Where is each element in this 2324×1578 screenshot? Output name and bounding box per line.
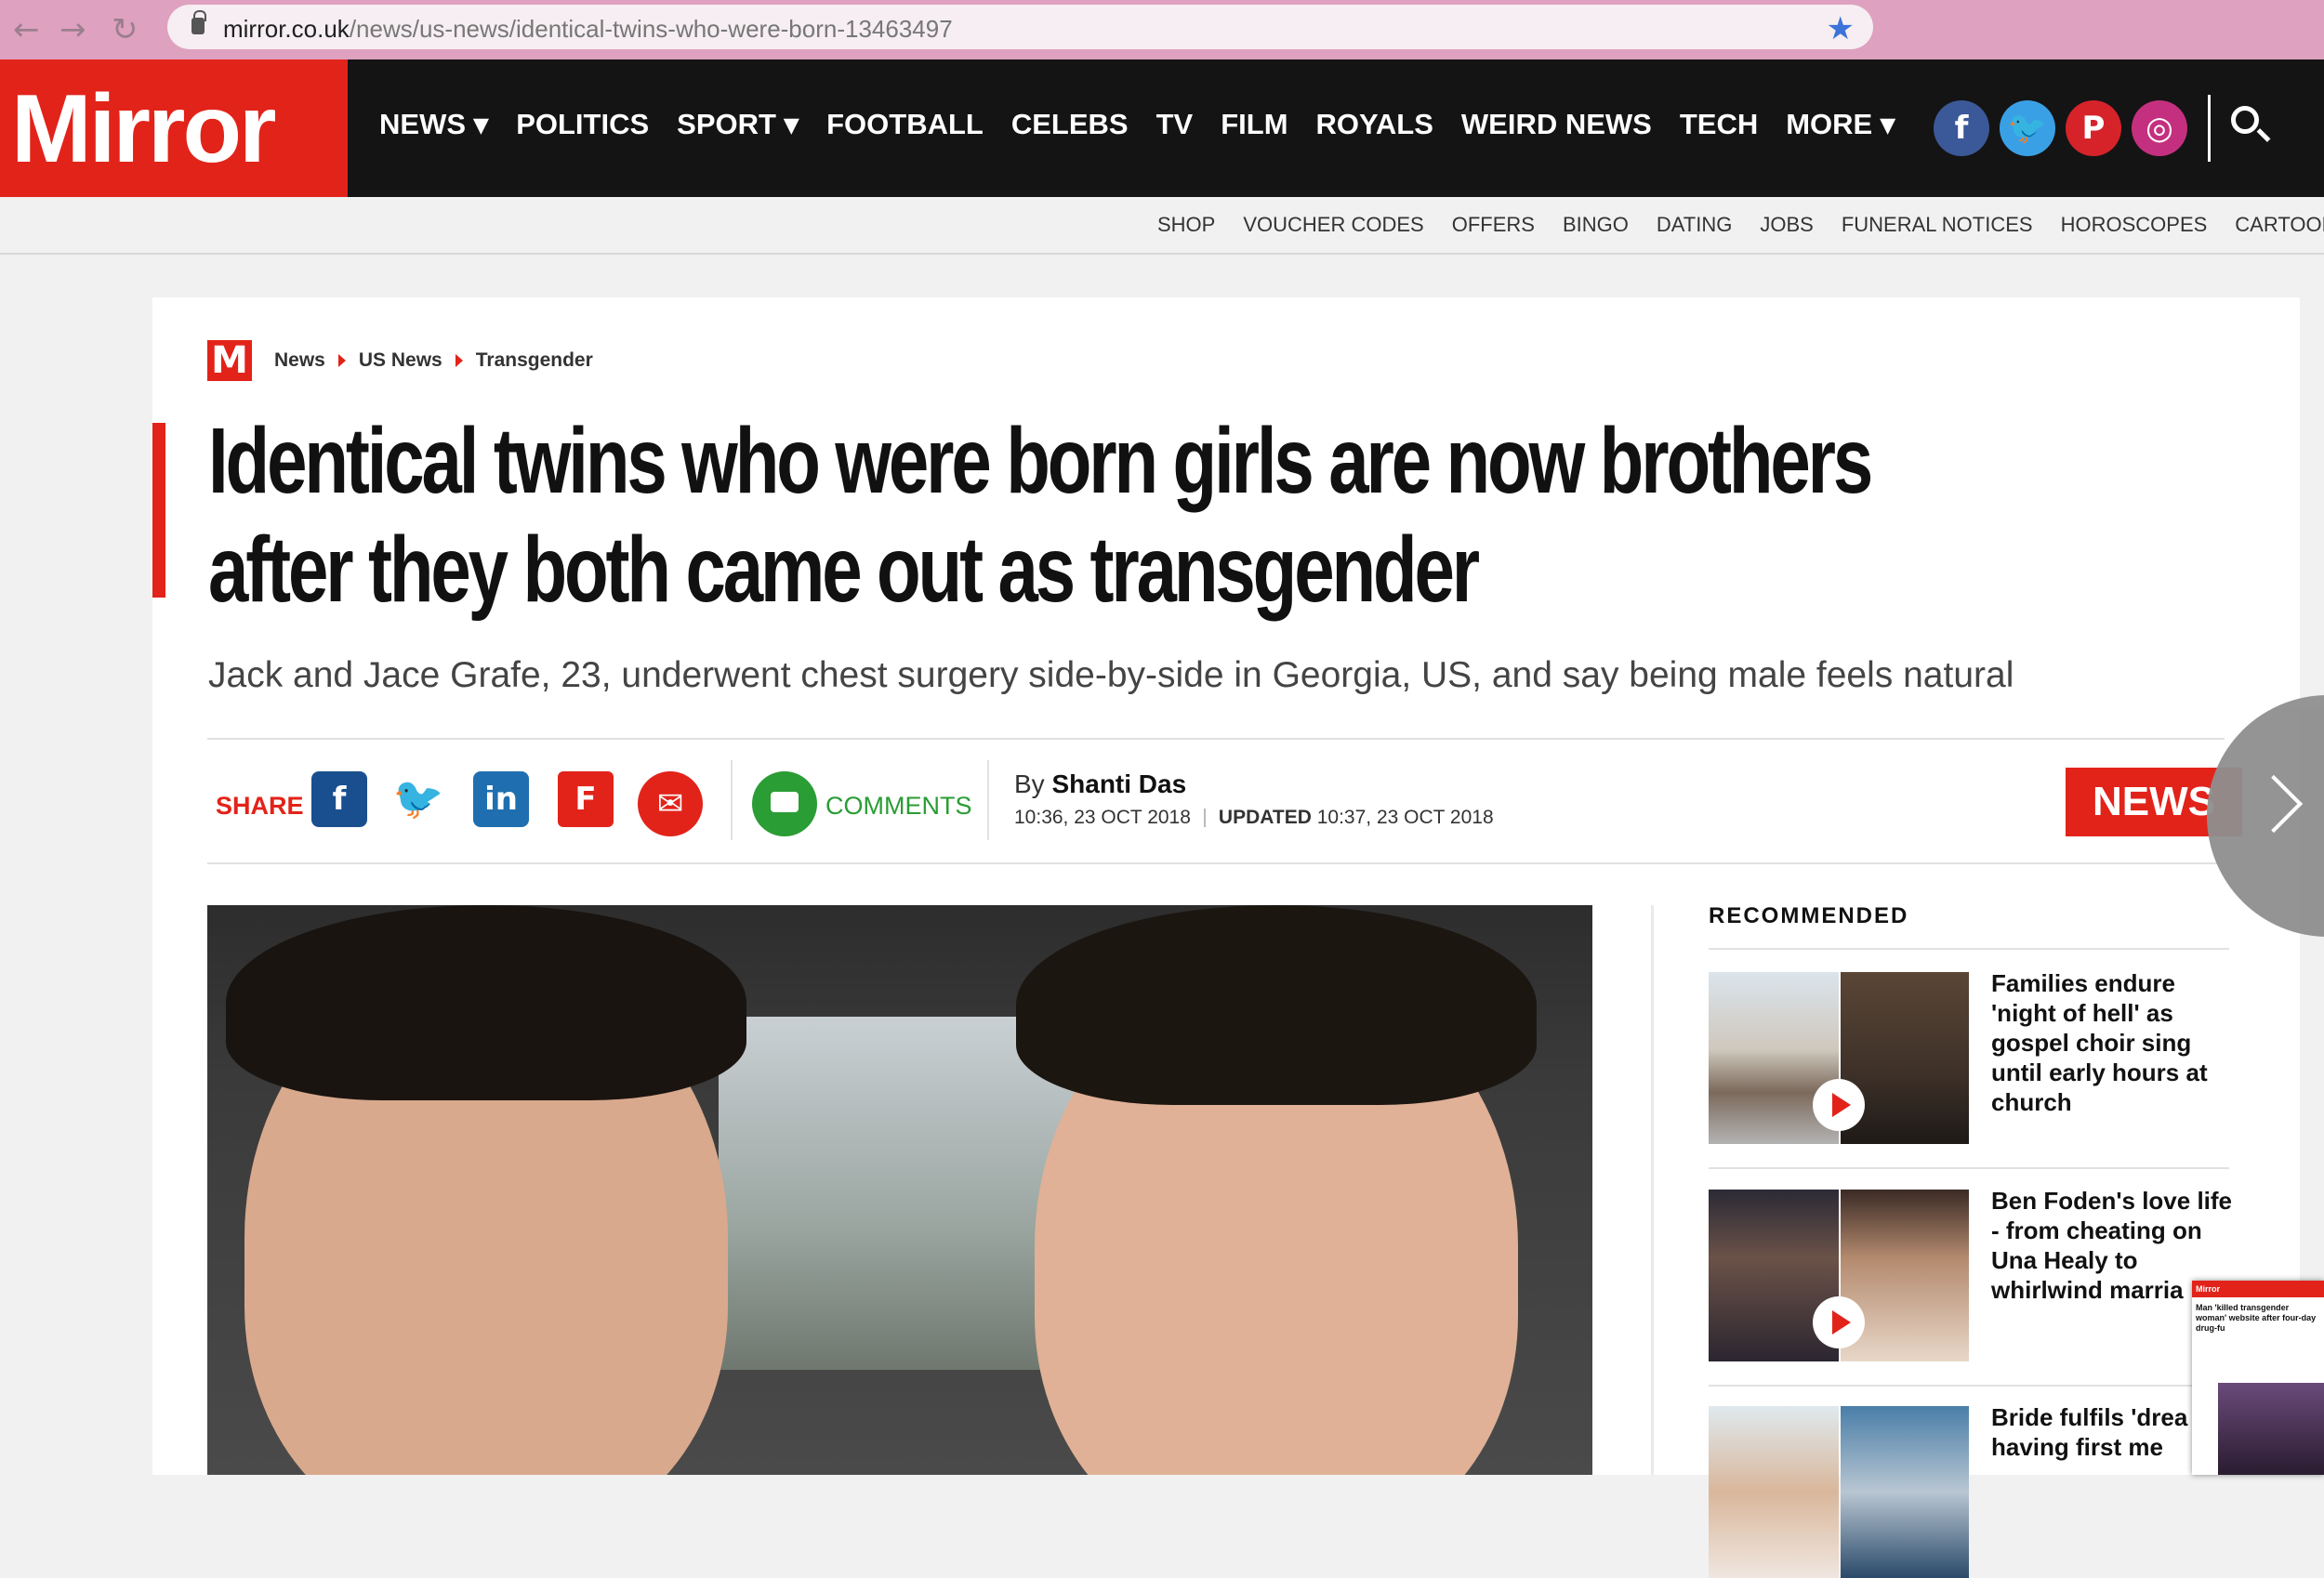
nav-item[interactable]: FOOTBALL bbox=[826, 108, 984, 141]
breadcrumb-arrow-icon bbox=[455, 354, 463, 367]
headline-accent-bar bbox=[152, 423, 165, 598]
reload-icon[interactable]: ↻ bbox=[112, 11, 139, 48]
comments-link[interactable]: COMMENTS bbox=[825, 792, 972, 821]
subnav-item[interactable]: FUNERAL NOTICES bbox=[1842, 213, 2033, 237]
divider bbox=[987, 760, 989, 840]
author-name[interactable]: Shanti Das bbox=[1051, 769, 1186, 798]
browser-toolbar: ← → ↻ mirror.co.uk/news/us-news/identica… bbox=[0, 0, 2324, 59]
divider bbox=[1709, 1385, 2229, 1387]
recommended-thumbnail[interactable] bbox=[1709, 1406, 1969, 1578]
mirror-m-badge[interactable]: M bbox=[207, 340, 252, 381]
subnav-item[interactable]: OFFERS bbox=[1452, 213, 1535, 237]
subnav-item[interactable]: DATING bbox=[1657, 213, 1732, 237]
article-standfirst: Jack and Jace Grafe, 23, underwent chest… bbox=[208, 655, 2014, 695]
recommended-item[interactable]: Families endure 'night of hell' as gospe… bbox=[1709, 969, 2229, 1144]
sidebar-divider bbox=[1651, 905, 1654, 1475]
search-icon[interactable] bbox=[2231, 106, 2259, 134]
breadcrumb: M News US News Transgender bbox=[207, 340, 593, 381]
recommended-headline[interactable]: Families endure 'night of hell' as gospe… bbox=[1991, 968, 2242, 1117]
divider bbox=[1709, 1167, 2229, 1169]
divider bbox=[731, 760, 733, 840]
preview-brand: Mirror bbox=[2192, 1281, 2324, 1297]
play-icon[interactable] bbox=[1813, 1079, 1865, 1131]
breadcrumb-us-news[interactable]: US News bbox=[359, 349, 442, 372]
article-dates: 10:36, 23 OCT 2018 UPDATED 10:37, 23 OCT … bbox=[1014, 807, 1494, 829]
star-icon[interactable]: ★ bbox=[1827, 10, 1855, 47]
published-time: 10:36, 23 OCT 2018 bbox=[1014, 807, 1191, 828]
header-divider bbox=[2208, 95, 2211, 162]
divider bbox=[207, 738, 2225, 740]
pinterest-icon[interactable]: P bbox=[2066, 100, 2121, 156]
preview-image bbox=[2218, 1383, 2324, 1475]
nav-item[interactable]: NEWS ▾ bbox=[379, 108, 488, 141]
share-label: SHARE bbox=[216, 792, 304, 820]
nav-item[interactable]: TV bbox=[1156, 108, 1194, 141]
twitter-icon[interactable]: 🐦 bbox=[2000, 100, 2055, 156]
byline: By Shanti Das bbox=[1014, 769, 1187, 798]
share-facebook-icon[interactable]: f bbox=[311, 771, 367, 827]
main-nav: NEWS ▾ POLITICS SPORT ▾ FOOTBALL CELEBS TV FIL… bbox=[379, 108, 1922, 141]
mirror-logo[interactable]: Mirror bbox=[0, 59, 348, 197]
nav-item[interactable]: ROYALS bbox=[1316, 108, 1433, 141]
nav-item[interactable]: WEIRD NEWS bbox=[1461, 108, 1652, 141]
instagram-icon[interactable]: ◎ bbox=[2132, 100, 2187, 156]
divider bbox=[1709, 948, 2229, 950]
breadcrumb-news[interactable]: News bbox=[274, 349, 325, 372]
arrow-right-icon[interactable]: → bbox=[59, 11, 86, 48]
nav-item[interactable]: POLITICS bbox=[516, 108, 649, 141]
share-flipboard-icon[interactable]: F bbox=[558, 771, 614, 827]
nav-item[interactable]: FILM bbox=[1221, 108, 1287, 141]
recommended-title: RECOMMENDED bbox=[1709, 903, 1909, 928]
hero-image bbox=[207, 905, 1592, 1475]
share-email-icon[interactable]: ✉ bbox=[638, 771, 703, 836]
site-header: Mirror NEWS ▾ POLITICS SPORT ▾ FOOTBALL CELE… bbox=[0, 59, 2324, 197]
article-card: M News US News Transgender Identical twi… bbox=[152, 297, 2300, 1578]
play-icon[interactable] bbox=[1813, 1296, 1865, 1348]
updated-label: UPDATED bbox=[1218, 807, 1312, 828]
recommended-thumbnail[interactable] bbox=[1709, 1190, 1969, 1361]
facebook-icon[interactable]: f bbox=[1934, 100, 1989, 156]
arrow-left-icon[interactable]: ← bbox=[13, 11, 40, 48]
subnav-item[interactable]: HOROSCOPES bbox=[2061, 213, 2208, 237]
nav-item[interactable]: SPORT ▾ bbox=[677, 108, 799, 141]
url-text[interactable]: mirror.co.uk/news/us-news/identical-twin… bbox=[223, 15, 953, 44]
subnav-item[interactable]: BINGO bbox=[1563, 213, 1629, 237]
secondary-nav: SHOP VOUCHER CODES OFFERS BINGO DATING JOBS FU… bbox=[0, 197, 2324, 255]
nav-item[interactable]: TECH bbox=[1680, 108, 1758, 141]
chevron-right-icon bbox=[2244, 774, 2304, 834]
recommended-item[interactable]: Bride fulfils 'drea of having first me bbox=[1709, 1403, 2229, 1578]
article-headline: Identical twins who were born girls are … bbox=[208, 409, 1873, 622]
floating-preview[interactable]: Mirror Man 'killed transgender woman' we… bbox=[2192, 1281, 2324, 1475]
subnav-item[interactable]: SHOP bbox=[1157, 213, 1215, 237]
social-links: f 🐦 P ◎ bbox=[1934, 100, 2187, 156]
nav-item[interactable]: CELEBS bbox=[1011, 108, 1129, 141]
lock-icon bbox=[191, 10, 206, 34]
subnav-item[interactable]: JOBS bbox=[1760, 213, 1813, 237]
recommended-thumbnail[interactable] bbox=[1709, 972, 1969, 1144]
subnav-item[interactable]: CARTOONS bbox=[2235, 213, 2324, 237]
breadcrumb-arrow-icon bbox=[337, 354, 346, 367]
preview-headline: Man 'killed transgender woman' website a… bbox=[2196, 1303, 2317, 1333]
divider bbox=[207, 862, 2225, 864]
share-linkedin-icon[interactable]: in bbox=[473, 771, 529, 827]
subnav-item[interactable]: VOUCHER CODES bbox=[1243, 213, 1423, 237]
share-twitter-icon[interactable]: 🐦 bbox=[390, 771, 446, 827]
breadcrumb-transgender[interactable]: Transgender bbox=[476, 349, 593, 372]
updated-time: 10:37, 23 OCT 2018 bbox=[1316, 807, 1494, 828]
comments-icon[interactable] bbox=[752, 771, 817, 836]
address-bar[interactable]: mirror.co.uk/news/us-news/identical-twin… bbox=[167, 5, 1873, 49]
nav-item[interactable]: MORE ▾ bbox=[1786, 108, 1895, 141]
recommended-item[interactable]: Ben Foden's love life - from cheating on… bbox=[1709, 1187, 2232, 1361]
